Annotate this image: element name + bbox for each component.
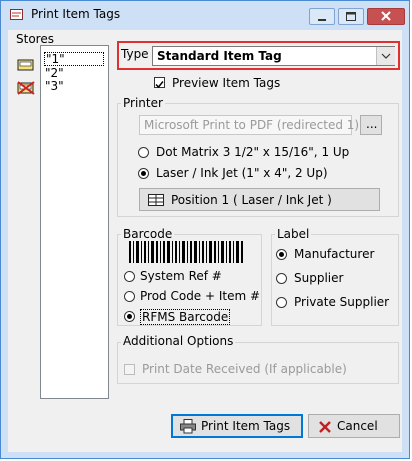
private-supplier-radio[interactable] — [276, 297, 287, 308]
chevron-down-icon — [381, 53, 391, 59]
printer-name: Microsoft Print to PDF (redirected 1) — [144, 118, 360, 132]
print-item-tags-label: Print Item Tags — [201, 419, 291, 433]
store-deselect-icon[interactable] — [17, 81, 35, 95]
additional-options-label: Additional Options — [121, 334, 236, 348]
manufacturer-label: Manufacturer — [294, 247, 375, 261]
position-button[interactable]: Position 1 ( Laser / Ink Jet ) — [139, 188, 380, 211]
laser-inkjet-label: Laser / Ink Jet (1" x 4", 2 Up) — [156, 166, 328, 180]
dialog-window: Print Item Tags Stores "1" "2" "3" Type … — [0, 0, 410, 459]
maximize-button[interactable] — [338, 8, 364, 25]
type-dropdown-button[interactable] — [376, 47, 395, 65]
cancel-label: Cancel — [337, 419, 378, 433]
printer-field[interactable]: Microsoft Print to PDF (redirected 1) — [139, 115, 359, 135]
barcode-group-label: Barcode — [121, 227, 175, 241]
dialog-client: Stores "1" "2" "3" Type Standard Item Ta… — [8, 30, 402, 452]
stores-label: Stores — [16, 32, 54, 46]
checkmark-icon — [155, 81, 164, 89]
print-date-label: Print Date Received (If applicable) — [142, 362, 347, 376]
print-date-checkbox[interactable] — [124, 364, 135, 375]
dot-matrix-radio[interactable] — [138, 147, 149, 158]
store-item[interactable]: "2" — [45, 67, 64, 79]
title-bar[interactable]: Print Item Tags — [1, 1, 409, 29]
rfms-barcode-label: RFMS Barcode — [140, 309, 231, 325]
dot-matrix-label: Dot Matrix 3 1/2" x 15/16", 1 Up — [156, 145, 350, 159]
browse-printer-button[interactable]: ... — [360, 115, 382, 135]
maximize-icon — [346, 12, 356, 21]
laser-inkjet-radio[interactable] — [138, 168, 149, 179]
label-group-label: Label — [275, 227, 312, 241]
stores-list[interactable]: "1" "2" "3" — [40, 45, 109, 399]
system-ref-label: System Ref # — [140, 269, 222, 283]
close-icon — [381, 11, 391, 21]
supplier-radio[interactable] — [276, 273, 287, 284]
type-select[interactable]: Standard Item Tag — [152, 46, 395, 66]
type-label: Type — [121, 47, 149, 61]
close-button[interactable] — [367, 8, 405, 25]
store-item[interactable]: "3" — [45, 80, 64, 92]
prod-code-radio[interactable] — [124, 291, 135, 302]
supplier-label: Supplier — [294, 271, 344, 285]
private-supplier-label: Private Supplier — [294, 295, 390, 309]
prod-code-label: Prod Code + Item # — [140, 289, 261, 303]
window-title: Print Item Tags — [31, 7, 121, 21]
minimize-button[interactable] — [309, 8, 335, 25]
printer-icon — [180, 419, 196, 434]
preview-label: Preview Item Tags — [172, 76, 281, 90]
store-item[interactable]: "1" — [44, 52, 104, 66]
tag-app-icon — [10, 9, 23, 20]
rfms-barcode-radio[interactable] — [124, 311, 135, 322]
manufacturer-radio[interactable] — [276, 249, 287, 260]
minimize-icon — [318, 19, 326, 21]
printer-group-label: Printer — [121, 96, 165, 110]
print-item-tags-button[interactable]: Print Item Tags — [171, 414, 303, 438]
cancel-x-icon — [319, 421, 331, 433]
grid-table-icon — [148, 194, 164, 206]
cancel-button[interactable]: Cancel — [308, 414, 400, 438]
store-select-icon[interactable] — [17, 58, 35, 72]
preview-checkbox[interactable] — [154, 77, 165, 89]
type-selected-value: Standard Item Tag — [157, 49, 282, 63]
barcode-icon — [129, 241, 243, 263]
position-label: Position 1 ( Laser / Ink Jet ) — [171, 193, 332, 207]
system-ref-radio[interactable] — [124, 271, 135, 282]
